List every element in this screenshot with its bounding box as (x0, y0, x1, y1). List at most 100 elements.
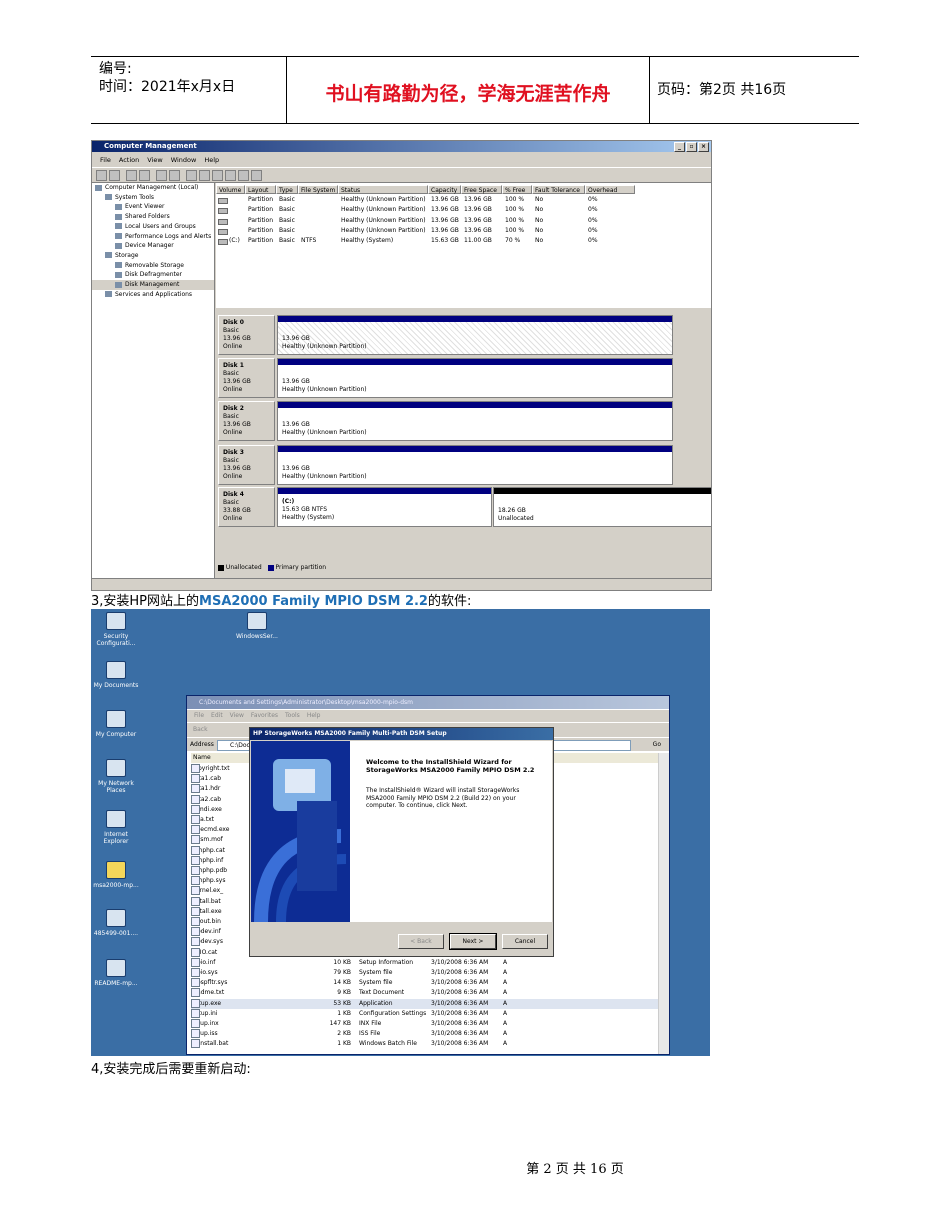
file-row[interactable]: Setup.ini 1 KB Configuration Settings 3/10/… (191, 1008, 659, 1019)
file-name: setup.inx (191, 1019, 219, 1029)
menu-item-edit[interactable]: Edit (211, 712, 223, 719)
disk-partition[interactable]: 13.96 GB Healthy (Unknown Partition) (277, 444, 673, 485)
delete-icon[interactable] (199, 170, 210, 181)
cancel-button[interactable]: Cancel (502, 934, 548, 949)
desktop-icon-my-network[interactable]: My Network Places (91, 759, 141, 794)
tree-item[interactable]: Storage (92, 251, 214, 261)
menu-item-tools[interactable]: Tools (285, 712, 300, 719)
volume-row[interactable]: Partition Basic Healthy (Unknown Partition… (216, 226, 711, 236)
next-button[interactable]: Next > (449, 933, 497, 950)
address-label: Address (190, 741, 214, 748)
desktop-icon-my-computer[interactable]: My Computer (91, 710, 141, 738)
disk-icon[interactable] (251, 170, 262, 181)
column-header[interactable]: Type (276, 185, 298, 194)
menu-item-file[interactable]: File (100, 156, 111, 164)
file-name: install.bat (191, 896, 221, 907)
disk4-c-partition[interactable]: (C:) 15.63 GB NTFS Healthy (System) (277, 487, 492, 527)
search-icon[interactable] (238, 170, 249, 181)
desktop-icon-windowsser[interactable]: WindowsSer... (232, 612, 282, 640)
menu-item-help[interactable]: Help (204, 156, 219, 164)
file-row[interactable]: mpio.inf 10 KB Setup Information 3/10/2008 … (191, 957, 659, 968)
file-attr: A (503, 958, 508, 966)
disk-partition[interactable]: 13.96 GB Healthy (Unknown Partition) (277, 358, 673, 399)
file-row[interactable]: setup.inx 147 KB INX File 3/10/2008 6:36 AM… (191, 1019, 659, 1029)
column-header[interactable]: % Free (502, 185, 532, 194)
tree-item[interactable]: Event Viewer (92, 202, 214, 212)
disk-row[interactable]: Disk 1 Basic 13.96 GB Online 13.96 GB Healthy… (218, 358, 673, 399)
menu-item-view[interactable]: View (147, 156, 162, 164)
menu-item-favorites[interactable]: Favorites (251, 712, 278, 719)
menu-item-file[interactable]: File (194, 712, 204, 719)
disk-row[interactable]: Disk 3 Basic 13.96 GB Online 13.96 GB Healthy… (218, 444, 673, 485)
tree-item[interactable]: Shared Folders (92, 212, 214, 222)
maximize-button[interactable]: ▫ (686, 142, 697, 152)
show-tree-icon[interactable] (139, 170, 150, 181)
column-header[interactable]: Volume (216, 185, 245, 194)
back-arrow-icon[interactable] (96, 170, 107, 181)
tree-item[interactable]: Disk Management (92, 280, 214, 290)
column-header[interactable]: Overhead (585, 185, 635, 194)
disk4-row[interactable]: Disk 4 Basic 33.88 GB Online (C:) 15.63 … (218, 487, 711, 527)
menu-item-window[interactable]: Window (171, 156, 197, 164)
column-header[interactable]: Status (338, 185, 428, 194)
disk-row[interactable]: Disk 2 Basic 13.96 GB Online 13.96 GB Healthy… (218, 401, 673, 442)
file-row[interactable]: mpio.sys 79 KB System file 3/10/2008 6:36 A… (191, 968, 659, 978)
disk-partition[interactable]: 13.96 GB Healthy (Unknown Partition) (277, 401, 673, 442)
menu-item-action[interactable]: Action (119, 156, 139, 164)
column-header[interactable]: Layout (245, 185, 276, 194)
menu-item-help[interactable]: Help (307, 712, 321, 719)
up-folder-icon[interactable] (126, 170, 137, 181)
volume-row[interactable]: Partition Basic Healthy (Unknown Partition… (216, 205, 711, 215)
tree-node-icon (115, 213, 122, 220)
go-button[interactable]: Go (653, 738, 661, 751)
volume-row[interactable]: Partition Basic Healthy (Unknown Partition… (216, 216, 711, 226)
refresh-icon[interactable] (186, 170, 197, 181)
desktop-icon-485499[interactable]: 485499-001.... (91, 909, 141, 937)
desktop-icon-internet-explorer[interactable]: Internet Explorer (91, 810, 141, 845)
properties-icon[interactable] (156, 170, 167, 181)
column-header[interactable]: Capacity (428, 185, 461, 194)
tree-item-label: Device Manager (125, 242, 174, 250)
tree-item[interactable]: Removable Storage (92, 261, 214, 271)
back-button[interactable]: Back (193, 726, 208, 733)
desktop-icon-my-documents[interactable]: My Documents (91, 661, 141, 689)
disk-partition[interactable]: 13.96 GB Healthy (Unknown Partition) (277, 315, 673, 355)
disk4-unallocated[interactable]: 18.26 GB Unallocated (493, 487, 711, 527)
tree-item[interactable]: System Tools (92, 193, 214, 203)
volume-cell: Partition (248, 237, 274, 245)
tree-item[interactable]: Services and Applications (92, 290, 214, 300)
tree-item[interactable]: Performance Logs and Alerts (92, 232, 214, 242)
forward-arrow-icon[interactable] (109, 170, 120, 181)
column-header[interactable]: Free Space (461, 185, 502, 194)
back-button[interactable]: < Back (398, 934, 444, 949)
file-row[interactable]: readme.txt 9 KB Text Document 3/10/2008 6:3… (191, 988, 659, 998)
column-header[interactable]: File System (298, 185, 338, 194)
file-row[interactable]: mpspfltr.sys 14 KB System file 3/10/2008 6:… (191, 978, 659, 988)
volume-cell: 100 % (505, 196, 525, 203)
tree-item[interactable]: Local Users and Groups (92, 222, 214, 232)
folder-icon[interactable] (225, 170, 236, 181)
tree-item[interactable]: Disk Defragmenter (92, 270, 214, 280)
file-row[interactable]: uninstall.bat 1 KB Windows Batch File 3/10/… (191, 1039, 659, 1049)
file-list-scrollbar[interactable] (658, 753, 669, 1054)
tree-item-label: Removable Storage (125, 261, 184, 269)
column-header[interactable]: Fault Tolerance (532, 185, 585, 194)
file-row[interactable]: Setup.exe 53 KB Application 3/10/2008 6:36 … (191, 998, 659, 1009)
volume-row[interactable]: Partition Basic Healthy (Unknown Partition… (216, 195, 711, 205)
help-icon[interactable] (169, 170, 180, 181)
tree-item[interactable]: Computer Management (Local) (92, 183, 214, 193)
close-button[interactable]: × (698, 142, 709, 152)
menu-item-view[interactable]: View (230, 712, 244, 719)
desktop-icon-security[interactable]: Security Configurati... (91, 612, 141, 647)
volume-row[interactable]: (C:) Partition Basic NTFS Healthy (System) 15… (216, 236, 711, 246)
wizard-banner-art (251, 741, 350, 922)
icon-label: WindowsSer... (236, 633, 278, 640)
file-row[interactable]: setup.iss 2 KB ISS File 3/10/2008 6:36 AM A (191, 1029, 659, 1039)
tree-item[interactable]: Device Manager (92, 241, 214, 251)
file-name: setup.iss (191, 1029, 218, 1039)
desktop-icon-msa2000-folder[interactable]: msa2000-mp... (91, 861, 141, 889)
disk-row[interactable]: Disk 0 Basic 13.96 GB Online 13.96 GB Healthy… (218, 315, 673, 355)
open-icon[interactable] (212, 170, 223, 181)
desktop-icon-readme[interactable]: README-mp... (91, 959, 141, 987)
minimize-button[interactable]: _ (674, 142, 685, 152)
